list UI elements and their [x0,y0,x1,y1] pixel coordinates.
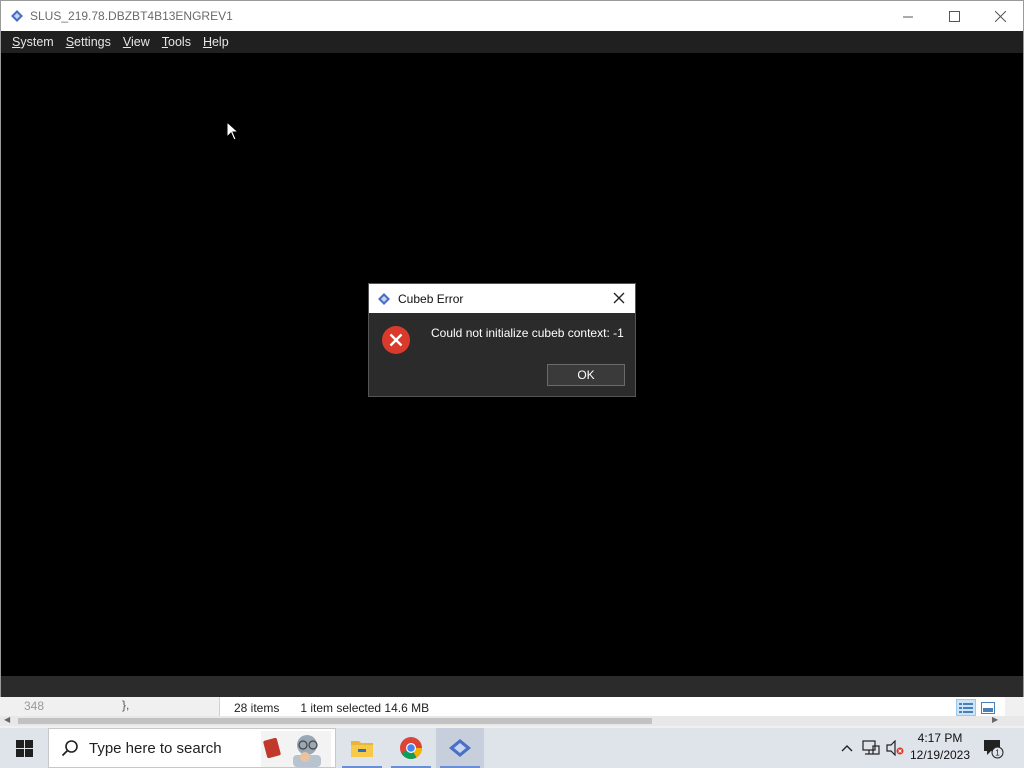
show-hidden-icons-button[interactable] [836,728,858,768]
network-icon [862,740,880,755]
app-logo-icon [378,292,390,305]
large-icons-view-button[interactable] [978,699,998,716]
scrollbar-thumb[interactable] [18,718,652,724]
notification-icon: 1 [984,740,1004,759]
app-logo-icon [11,10,23,22]
status-bar [1,676,1023,697]
menu-view[interactable]: View [117,31,156,53]
explorer-status-bar: 28 items 1 item selected 14.6 MB [219,697,1005,718]
chrome-icon [400,737,422,759]
error-message: Could not initialize cubeb context: -1 [431,326,624,340]
dialog-title: Cubeb Error [398,291,464,306]
network-status[interactable] [860,728,882,768]
title-bar[interactable]: SLUS_219.78.DBZBT4B13ENGREV1 [1,1,1023,31]
scroll-left-icon[interactable]: ◀ [4,715,10,724]
menu-bar: System Settings View Tools Help [1,31,1023,53]
maximize-button[interactable] [931,1,977,31]
clock-time: 4:17 PM [917,731,963,745]
window-title: SLUS_219.78.DBZBT4B13ENGREV1 [30,9,233,23]
menu-help[interactable]: Help [197,31,235,53]
minimize-icon [902,16,913,17]
taskbar: Type here to search 4:17 PM 12/19/2023 1 [0,728,1024,768]
search-highlight-illustration-icon [261,731,331,767]
emulator-app-icon [449,739,471,757]
mouse-cursor-icon [226,121,240,141]
details-view-icon [959,702,973,713]
minimize-button[interactable] [885,1,931,31]
menu-tools[interactable]: Tools [156,31,197,53]
close-icon [994,10,1006,22]
action-center-button[interactable]: 1 [980,728,1006,768]
line-number: 348 [24,699,45,713]
volume-status[interactable] [884,728,906,768]
error-icon [382,326,410,354]
ok-button[interactable]: OK [547,364,625,386]
cubeb-error-dialog: Cubeb Error Could not initialize cubeb c… [368,283,636,397]
taskbar-chrome[interactable] [387,728,435,768]
dialog-title-bar[interactable]: Cubeb Error [369,284,635,313]
close-button[interactable] [977,1,1023,31]
large-icons-view-icon [981,701,995,714]
view-toggle [956,699,998,716]
taskbar-search-box[interactable]: Type here to search [48,728,336,768]
taskbar-file-explorer[interactable] [338,728,386,768]
item-count: 28 items [234,700,280,715]
maximize-icon [948,10,960,22]
file-explorer-icon [351,741,373,757]
menu-system[interactable]: System [6,31,60,53]
selection-info: 1 item selected 14.6 MB [300,700,430,715]
chevron-up-icon [841,745,853,752]
search-placeholder: Type here to search [89,739,222,757]
search-icon [61,740,78,757]
close-icon [613,292,625,304]
speaker-muted-icon [886,740,904,756]
dialog-close-button[interactable] [609,288,629,308]
code-line: }, [122,698,130,712]
system-clock[interactable]: 4:17 PM 12/19/2023 [906,730,974,766]
notification-count: 1 [995,749,1000,758]
details-view-button[interactable] [956,699,976,716]
menu-settings[interactable]: Settings [60,31,117,53]
windows-logo-icon [15,739,33,757]
window-controls [885,1,1023,31]
taskbar-emulator[interactable] [436,728,484,768]
scroll-right-icon[interactable]: ▶ [992,715,998,724]
background-explorer-window: 348 }, 28 items 1 item selected 14.6 MB … [0,697,1024,728]
clock-date: 12/19/2023 [909,748,971,762]
start-button[interactable] [0,728,48,768]
